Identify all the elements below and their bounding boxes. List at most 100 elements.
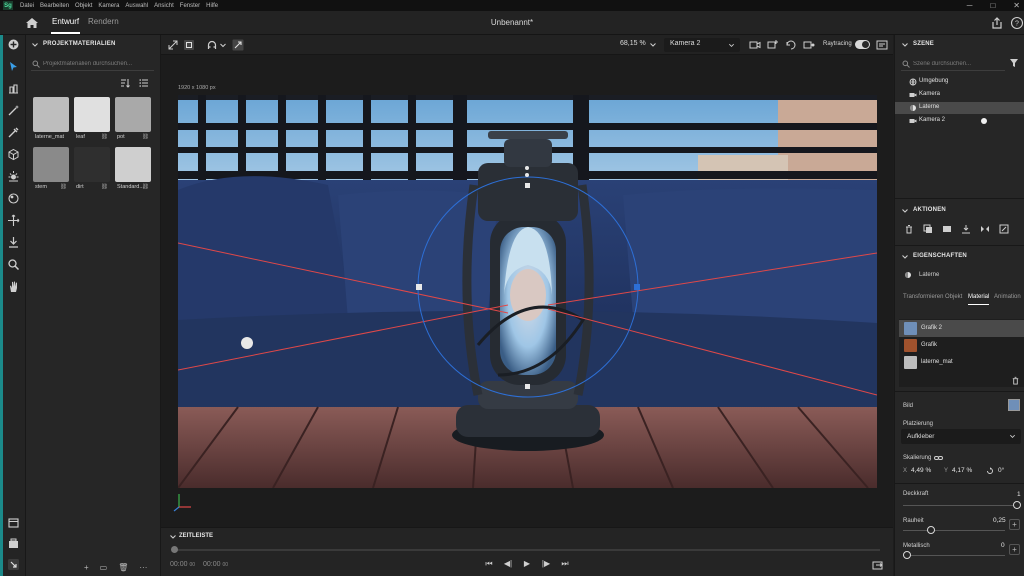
scene-search[interactable] [901,57,1005,71]
light-icon[interactable] [7,170,20,183]
magnet-icon[interactable] [206,39,218,51]
cube-icon[interactable] [7,148,20,161]
trash-icon[interactable] [1011,376,1020,385]
export-icon[interactable] [872,560,883,570]
rotation-value[interactable]: 0° [998,467,1004,474]
group-icon[interactable] [942,224,952,234]
opacity-slider-track[interactable] [903,505,1013,506]
placement-dropdown[interactable]: Aufkleber [901,429,1021,444]
snap-icon[interactable] [232,39,244,51]
viewport[interactable]: 1920 x 1080 px [161,55,893,527]
menu-ansicht[interactable]: Ansicht [154,3,174,9]
frame-object-icon[interactable] [999,224,1009,234]
material-tile[interactable]: laterne_mat [33,97,69,143]
chevron-down-icon[interactable] [649,41,657,49]
eyedropper-icon[interactable] [7,126,20,139]
metallic-slider-track[interactable] [903,555,1005,556]
add-icon[interactable] [7,38,20,51]
material-search[interactable] [31,57,154,71]
scene-item-kamera[interactable]: Kamera [895,89,1024,101]
chevron-down-icon[interactable] [901,207,909,215]
add-roughness-map-button[interactable]: + [1009,519,1020,530]
tab-material[interactable]: Material [968,294,990,305]
material-tile[interactable]: dirt ⛓ [74,147,110,193]
search-input[interactable] [43,59,143,69]
tab-animation[interactable]: Animation [994,294,1021,300]
timeline-playhead[interactable] [171,546,178,553]
drop-to-ground-icon[interactable] [961,224,971,234]
scale-x-value[interactable]: 4,49 % [911,467,931,474]
minimize-icon[interactable]: ─ [967,1,973,10]
transform-icon[interactable] [167,39,179,51]
tab-transformieren[interactable]: Transformieren [903,294,943,300]
material-tool-icon[interactable] [7,192,20,205]
zoom-level[interactable]: 68,15 % [620,40,646,47]
home-icon[interactable] [24,16,40,30]
roughness-slider-knob[interactable] [927,526,935,534]
metallic-slider-knob[interactable] [903,551,911,559]
tab-objekt[interactable]: Objekt [945,294,962,300]
material-tile[interactable]: pot ⛓ [115,97,151,143]
image-thumbnail[interactable] [1008,399,1020,411]
menu-bearbeiten[interactable]: Bearbeiten [40,3,69,9]
align-icon[interactable] [980,224,990,234]
share-icon[interactable] [990,16,1004,30]
skip-start-icon[interactable]: ⏮ [484,559,494,569]
chevron-down-icon[interactable] [219,39,227,51]
metallic-value[interactable]: 0 [1001,542,1005,549]
display-settings-icon[interactable] [876,39,888,51]
filter-icon[interactable] [1009,58,1019,68]
frame-icon[interactable] [183,39,195,51]
roughness-value[interactable]: 0,25 [993,517,1006,524]
material-layer[interactable]: Grafik [899,337,1024,354]
material-layer[interactable]: laterne_mat [899,354,1024,371]
material-tile[interactable]: Standard... ⛓ [115,147,151,193]
menu-auswahl[interactable]: Auswahl [125,3,148,9]
skip-end-icon[interactable]: ⏭ [560,559,570,569]
maximize-icon[interactable]: □ [990,1,995,10]
folder-icon[interactable]: ▭ [100,563,108,572]
sort-icon[interactable] [120,78,130,88]
stage-tool-icon[interactable] [7,82,20,95]
chevron-down-icon[interactable] [169,533,177,541]
tab-rendern[interactable]: Rendern [88,17,119,26]
chevron-down-icon[interactable] [901,41,909,49]
trash-icon[interactable]: 🗑 [118,563,128,572]
scene-item-umgebung[interactable]: Umgebung [895,76,1024,88]
scene-item-kamera-2[interactable]: Kamera 2 [895,115,1024,127]
material-layer[interactable]: Grafik 2 [899,320,1024,337]
help-icon[interactable]: ? [1010,16,1024,30]
menu-fenster[interactable]: Fenster [180,3,200,9]
zoom-icon[interactable] [7,258,20,271]
magic-wand-icon[interactable] [7,104,20,117]
drop-tool-icon[interactable] [7,236,20,249]
scene-search-input[interactable] [913,59,1001,69]
assets-icon[interactable] [7,537,20,550]
link-icon[interactable] [934,454,943,462]
layout-icon[interactable] [7,558,20,571]
add-icon[interactable]: + [84,563,89,572]
menu-kamera[interactable]: Kamera [98,3,119,9]
menu-objekt[interactable]: Objekt [75,3,92,9]
camera-add-icon[interactable] [767,39,779,51]
library-icon[interactable] [7,516,20,529]
roughness-slider-track[interactable] [903,530,1005,531]
hand-icon[interactable] [7,280,20,293]
menu-datei[interactable]: Datei [20,3,34,9]
timeline-track[interactable] [174,549,880,551]
camera-rotate-icon[interactable] [785,39,797,51]
camera-settings-icon[interactable] [803,39,815,51]
chevron-down-icon[interactable] [901,253,909,261]
duplicate-icon[interactable] [923,224,933,234]
tab-entwurf[interactable]: Entwurf [50,17,81,34]
add-metallic-map-button[interactable]: + [1009,544,1020,555]
opacity-value[interactable]: 1 [1017,491,1021,498]
step-back-icon[interactable]: ◀| [503,559,513,569]
material-tile[interactable]: stem ⛓ [33,147,69,193]
render-canvas[interactable] [178,95,877,488]
camera-select[interactable]: Kamera 2 [664,38,740,52]
raytracing-toggle[interactable] [855,40,870,49]
trash-icon[interactable] [904,224,914,234]
close-icon[interactable]: ✕ [1013,1,1020,10]
camera-bookmark-icon[interactable] [749,39,761,51]
